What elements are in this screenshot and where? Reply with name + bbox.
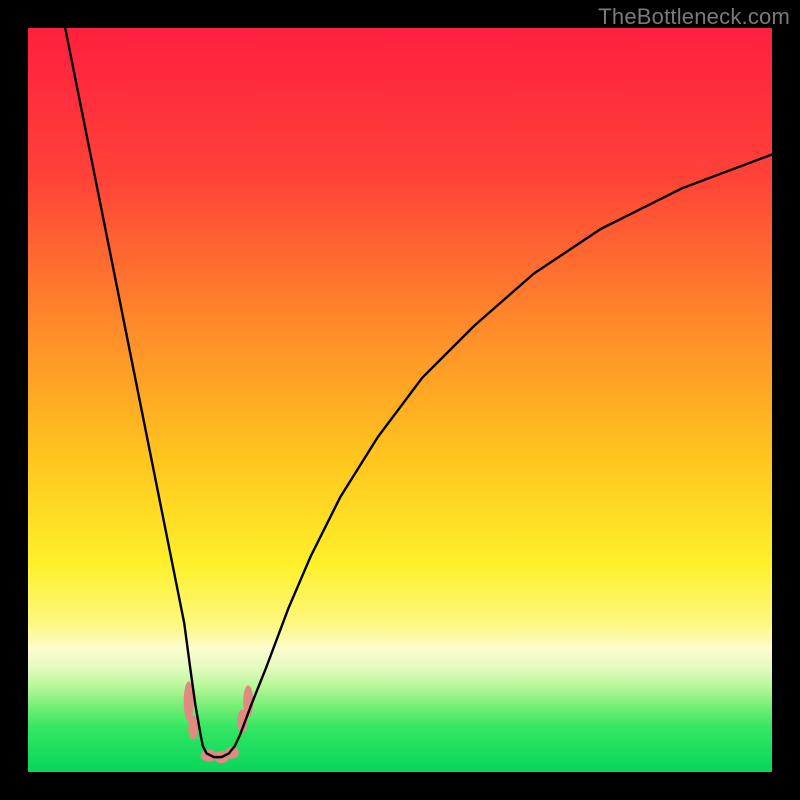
watermark-text: TheBottleneck.com xyxy=(598,4,790,30)
chart-frame: TheBottleneck.com xyxy=(0,0,800,800)
bottleneck-curve xyxy=(65,28,772,757)
curve-layer xyxy=(28,28,772,772)
plot-area xyxy=(28,28,772,772)
